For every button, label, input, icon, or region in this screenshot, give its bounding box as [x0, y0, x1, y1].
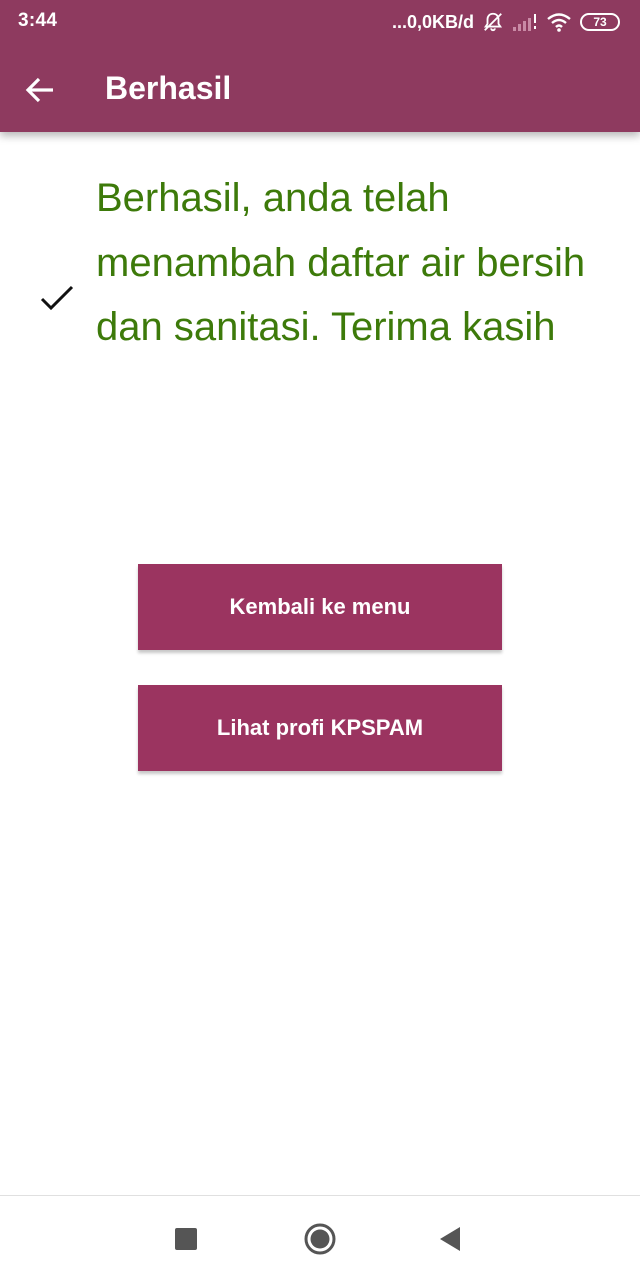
- battery-icon: 73: [580, 13, 620, 31]
- status-time: 3:44: [18, 10, 58, 31]
- battery-level: 73: [593, 15, 607, 29]
- triangle-back-icon: [440, 1226, 460, 1251]
- top-bar: 3:44 ...0,0KB/d 73 Berhasil: [0, 0, 640, 132]
- back-to-menu-button[interactable]: Kembali ke menu: [138, 564, 502, 650]
- square-recents-icon: [175, 1227, 197, 1250]
- app-bar: Berhasil: [0, 46, 640, 132]
- recents-button[interactable]: [146, 1196, 226, 1281]
- back-arrow-button[interactable]: [12, 62, 68, 118]
- page-title: Berhasil: [105, 70, 232, 106]
- view-profile-button[interactable]: Lihat profi KPSPAM: [138, 685, 502, 771]
- status-icons: ...0,0KB/d 73: [392, 8, 620, 36]
- home-button[interactable]: [280, 1196, 360, 1281]
- check-icon: [38, 278, 78, 318]
- arrow-left-icon: [25, 77, 53, 103]
- success-message: Berhasil, anda telah menambah daftar air…: [96, 176, 586, 349]
- system-nav-bar: [0, 1195, 640, 1281]
- bell-off-icon: [482, 11, 504, 33]
- circle-home-icon: [304, 1223, 336, 1254]
- nav-back-button[interactable]: [410, 1196, 490, 1281]
- wifi-icon: [546, 12, 572, 32]
- network-speed: ...0,0KB/d: [391, 11, 474, 32]
- signal-icon: [512, 12, 538, 32]
- status-bar: 3:44 ...0,0KB/d 73: [0, 0, 640, 46]
